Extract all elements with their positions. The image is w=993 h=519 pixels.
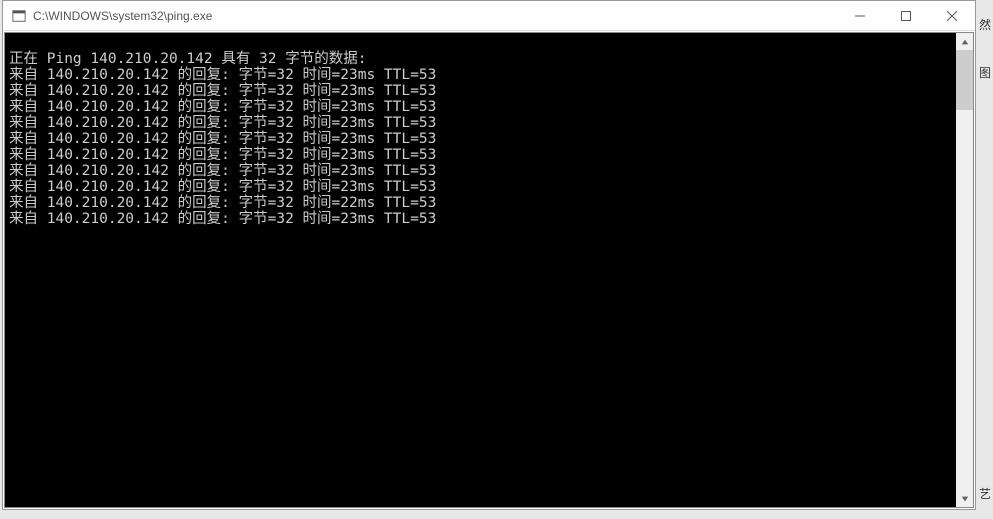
maximize-button[interactable] xyxy=(883,1,929,30)
scroll-down-button[interactable] xyxy=(956,490,973,507)
scroll-thumb[interactable] xyxy=(956,50,973,110)
scroll-up-button[interactable] xyxy=(956,33,973,50)
console-output[interactable]: 正在 Ping 140.210.20.142 具有 32 字节的数据: 来自 1… xyxy=(5,33,956,507)
app-icon xyxy=(11,8,27,24)
close-button[interactable] xyxy=(929,1,975,30)
console-window: C:\WINDOWS\system32\ping.exe 正在 Ping 140… xyxy=(2,0,976,510)
bg-text: 图 xyxy=(979,64,991,81)
window-title: C:\WINDOWS\system32\ping.exe xyxy=(33,9,837,23)
scroll-track[interactable] xyxy=(956,50,973,490)
bg-text: 然 xyxy=(979,16,991,33)
vertical-scrollbar[interactable] xyxy=(956,33,973,507)
titlebar[interactable]: C:\WINDOWS\system32\ping.exe xyxy=(3,1,975,31)
window-controls xyxy=(837,1,975,30)
bg-text: 艺 xyxy=(979,485,991,502)
console-area: 正在 Ping 140.210.20.142 具有 32 字节的数据: 来自 1… xyxy=(4,32,974,508)
minimize-button[interactable] xyxy=(837,1,883,30)
background-fragments: 然 图 艺 xyxy=(977,0,993,519)
